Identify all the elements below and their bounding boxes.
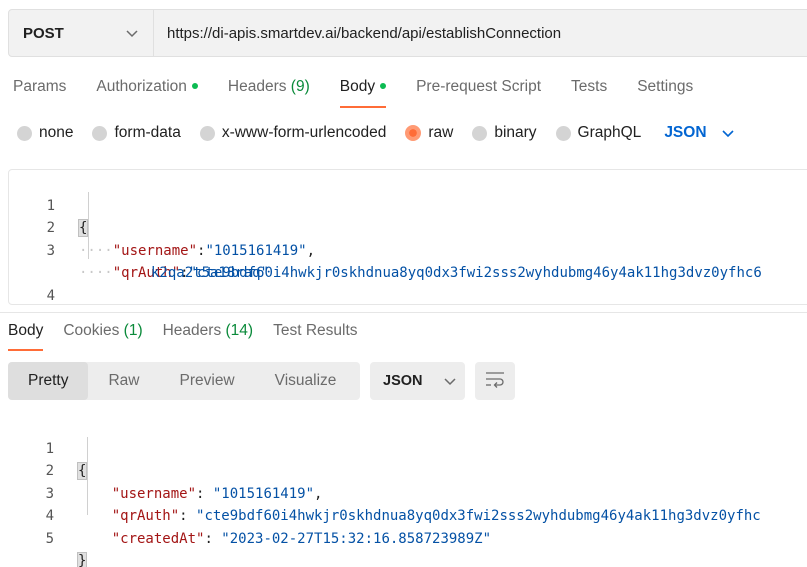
format-label: JSON (664, 124, 707, 141)
radio-x-www-form-urlencoded[interactable]: x-www-form-urlencoded (199, 124, 387, 142)
json-key: "createdAt" (111, 530, 205, 547)
response-tabs: Body Cookies (1) Headers (14) Test Resul… (8, 322, 378, 352)
request-tabs: Params Authorization Headers (9) Body Pr… (13, 78, 723, 108)
json-brace: } (76, 552, 88, 567)
radio-label: x-www-form-urlencoded (221, 124, 387, 141)
radio-icon (472, 125, 488, 141)
tab-body[interactable]: Body (339, 78, 387, 108)
view-pretty-button[interactable]: Pretty (8, 362, 89, 400)
radio-graphql[interactable]: GraphQL (555, 124, 642, 142)
tab-label: Settings (637, 78, 694, 95)
tab-label: Params (13, 78, 67, 95)
wrap-lines-button[interactable] (475, 362, 515, 400)
method-select[interactable]: POST (9, 10, 154, 56)
tab-params[interactable]: Params (13, 78, 66, 108)
tab-count-badge: (9) (290, 78, 310, 95)
radio-icon (555, 125, 571, 141)
code-line: 2 ····"username":"1015161419", (9, 195, 807, 259)
code-line: 2 "username": "1015161419", (8, 438, 807, 502)
code-line: 3 "qrAuth": "cte9bdf60i4hwkjr0skhdnua8yq… (8, 460, 807, 525)
url-input[interactable]: https://di-apis.smartdev.ai/backend/api/… (154, 25, 561, 42)
line-number: 5 (45, 530, 54, 547)
chevron-down-icon (125, 26, 139, 40)
code-line: 1 { (9, 172, 807, 237)
wrap-lines-icon (485, 370, 505, 392)
tab-label: Test Results (273, 322, 358, 339)
radio-icon (17, 125, 32, 141)
code-line: 5 } (8, 505, 807, 567)
section-divider (0, 312, 807, 313)
radio-label: form-data (114, 124, 181, 141)
radio-icon (199, 125, 215, 141)
code-line: 3 ····"qrAuth":"cte9bdf60i4hwkjr0skhdnua… (9, 217, 807, 282)
tab-count-badge: (1) (123, 322, 143, 339)
tab-label: Body (339, 78, 376, 95)
tab-label: Headers (162, 322, 222, 339)
tab-headers[interactable]: Headers (9) (228, 78, 310, 108)
body-type-selector: none form-data x-www-form-urlencoded raw… (17, 122, 735, 144)
tab-label: Authorization (96, 78, 187, 95)
radio-binary[interactable]: binary (472, 124, 537, 142)
chevron-down-icon (443, 374, 457, 388)
view-mode-segment: Pretty Raw Preview Visualize (8, 362, 360, 400)
status-dot-icon (191, 82, 198, 89)
radio-selected-icon (405, 125, 422, 141)
code-line-wrapped: k2qa2t5a18raq" (9, 240, 807, 281)
tab-authorization[interactable]: Authorization (96, 78, 198, 108)
request-body-editor[interactable]: 1 { 2 ····"username":"1015161419", 3 ···… (8, 169, 807, 305)
radio-label: binary (494, 124, 537, 141)
body-format-select[interactable]: JSON (664, 124, 734, 142)
tab-label: Cookies (63, 322, 120, 339)
status-dot-icon (380, 82, 387, 89)
radio-label: raw (428, 124, 454, 141)
chevron-down-icon (721, 126, 735, 140)
tab-cookies[interactable]: Cookies (1) (63, 322, 142, 352)
tab-label: Body (8, 322, 44, 339)
code-line: 4 } (9, 262, 807, 304)
tab-count-badge: (14) (225, 322, 254, 339)
response-body-viewer[interactable]: 1 { 2 "username": "1015161419", 3 "qrAut… (8, 415, 807, 567)
tab-label: Headers (227, 78, 287, 95)
tab-label: Tests (571, 78, 608, 95)
method-label: POST (23, 24, 64, 42)
radio-form-data[interactable]: form-data (92, 124, 181, 142)
radio-label: none (39, 124, 74, 141)
format-label: JSON (383, 373, 423, 389)
radio-label: GraphQL (577, 124, 642, 141)
tab-test-results[interactable]: Test Results (273, 322, 357, 352)
json-string: "2023-02-27T15:32:16.858723989Z" (221, 530, 492, 547)
radio-raw[interactable]: raw (405, 124, 453, 142)
tab-pre-request-script[interactable]: Pre-request Script (416, 78, 541, 108)
view-preview-button[interactable]: Preview (160, 362, 255, 400)
tab-label: Pre-request Script (416, 78, 542, 95)
view-raw-button[interactable]: Raw (88, 362, 159, 400)
tab-tests[interactable]: Tests (571, 78, 607, 108)
tab-settings[interactable]: Settings (637, 78, 693, 108)
radio-none[interactable]: none (17, 124, 73, 142)
view-visualize-button[interactable]: Visualize (255, 362, 357, 400)
request-url-bar: POST https://di-apis.smartdev.ai/backend… (8, 9, 807, 57)
code-line: 1 { (8, 415, 807, 480)
line-number: 4 (46, 287, 55, 304)
radio-icon (92, 125, 108, 141)
tab-response-body[interactable]: Body (8, 322, 44, 352)
response-format-select[interactable]: JSON (370, 362, 465, 400)
tab-response-headers[interactable]: Headers (14) (163, 322, 253, 352)
code-line: 4 "createdAt": "2023-02-27T15:32:16.8587… (8, 483, 807, 547)
